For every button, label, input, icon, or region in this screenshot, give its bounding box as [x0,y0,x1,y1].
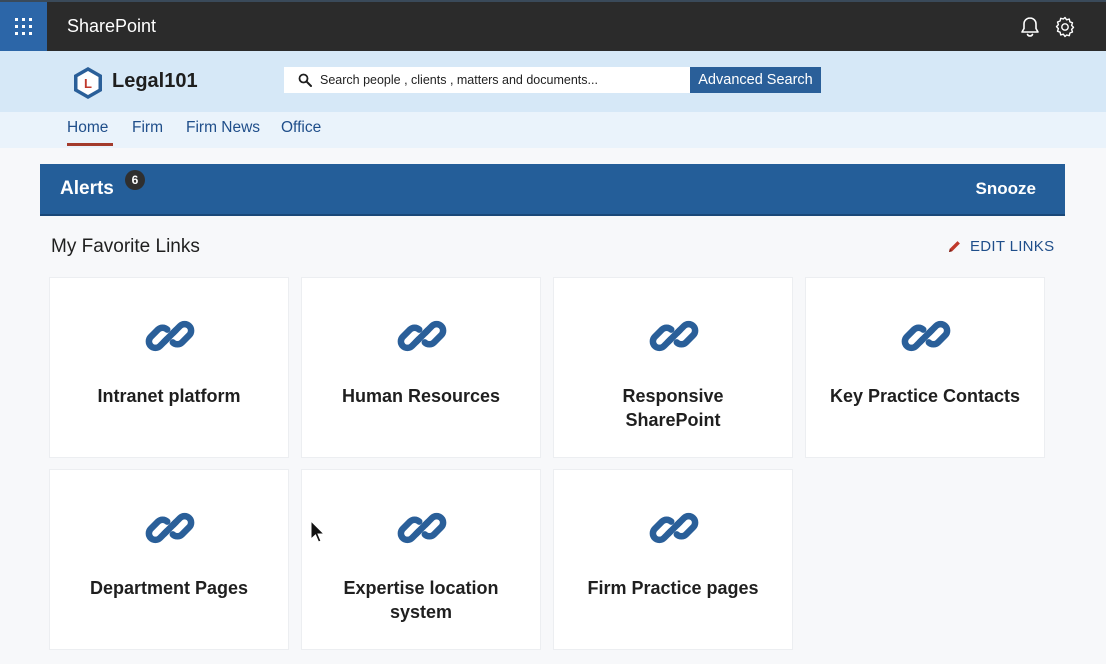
link-icon [145,320,195,352]
favorite-link-label: Responsive SharePoint [622,386,724,430]
nav-item-firm[interactable]: Firm [132,119,163,137]
favorite-link-tile[interactable]: Human Resources [301,277,541,458]
alerts-count-badge: 6 [125,170,145,190]
favorite-link-tile[interactable]: Department Pages [49,469,289,650]
favorite-link-tile[interactable]: Intranet platform [49,277,289,458]
search-icon [298,73,312,87]
search-box [284,67,691,93]
favorite-link-label: Expertise location system [343,578,499,622]
waffle-icon [15,18,32,35]
site-logo[interactable]: L [72,66,104,100]
link-icon [397,320,447,352]
favorite-link-tile[interactable]: Responsive SharePoint [553,277,793,458]
favorite-links-title: My Favorite Links [51,236,200,257]
advanced-search-button[interactable]: Advanced Search [690,67,821,93]
site-name[interactable]: Legal101 [112,70,198,93]
favorite-link-label: Key Practice Contacts [829,386,1021,406]
favorite-link-label: Human Resources [341,386,501,406]
nav-item-home[interactable]: Home [67,119,108,137]
site-header: L Legal101 Advanced Search [0,51,1106,112]
bell-icon[interactable] [1018,15,1042,39]
edit-links-label: EDIT LINKS [970,238,1055,255]
favorite-link-tile[interactable]: Firm Practice pages [553,469,793,650]
alerts-banner[interactable]: Alerts 6 Snooze [40,164,1065,216]
logo-letter: L [84,76,92,91]
edit-links-button[interactable]: EDIT LINKS [947,238,1054,255]
pencil-icon [949,241,960,252]
link-icon [649,320,699,352]
suite-bar: SharePoint [0,0,1106,51]
link-icon [901,320,951,352]
favorite-link-label: Intranet platform [97,386,241,406]
link-icon [649,512,699,544]
top-navigation: Home Firm Firm News Office [0,112,1106,148]
favorite-link-tile[interactable]: Key Practice Contacts [805,277,1045,458]
link-icon [397,512,447,544]
snooze-button[interactable]: Snooze [976,179,1036,199]
link-icon [145,512,195,544]
favorite-link-label: Firm Practice pages [587,578,759,598]
favorite-link-label: Department Pages [89,578,249,598]
alerts-title: Alerts [60,178,114,199]
favorite-link-tile[interactable]: Expertise location system [301,469,541,650]
active-nav-indicator [67,143,113,146]
nav-item-firm-news[interactable]: Firm News [186,119,260,137]
mouse-cursor-icon [310,520,326,543]
app-launcher-button[interactable] [0,2,47,51]
gear-icon[interactable] [1053,15,1077,39]
nav-item-office[interactable]: Office [281,119,321,137]
suite-title[interactable]: SharePoint [67,2,156,51]
search-input[interactable] [320,73,680,87]
